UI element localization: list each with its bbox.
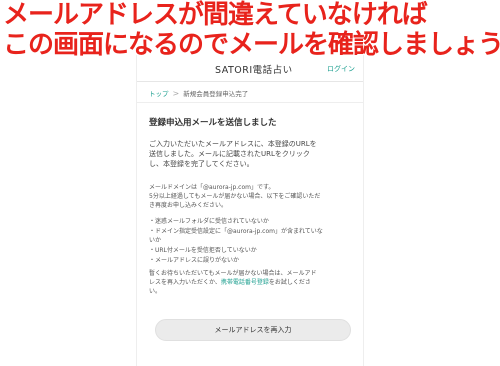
mobile-page: SATORI電話占い ログイン トップ > 新規会員登録申込完了 登録申込用メー… (136, 55, 364, 366)
checklist-item-continued: いか (149, 237, 162, 244)
checklist-item: ・URL付メールを受信拒否していないか (149, 247, 257, 254)
breadcrumb-home-link[interactable]: トップ (149, 88, 169, 98)
domain-note-line-3: き再度お申し込みください。 (149, 202, 228, 209)
breadcrumb-divider (137, 102, 363, 103)
checklist-item: ・迷惑メールフォルダに受信されていないか (149, 218, 269, 225)
reenter-email-button[interactable]: メールアドレスを再入力 (155, 319, 351, 341)
phone-registration-link[interactable]: 携帯電話番号登録 (221, 279, 269, 286)
retry-line-2: レスを再入力いただくか、携帯電話番号登録をお試しくださ (149, 278, 311, 287)
intro-line-2: 送信しました。メールに記載されたURLをクリック (149, 150, 310, 158)
page-title: 登録申込用メールを送信しました (149, 118, 277, 128)
breadcrumb-current: 新規会員登録申込完了 (183, 90, 249, 98)
retry-text-suffix: をお試しくださ (268, 279, 311, 286)
banner-line-1: メールアドレスが間違えていなければ (3, 0, 428, 30)
domain-note-line-1: メールドメインは「@aurora-jp.com」です。 (149, 184, 275, 191)
annotation-banner: メールアドレスが間違えていなければ この画面になるのでメールを確認しましょう (0, 0, 500, 62)
breadcrumb-separator-icon: > (172, 88, 180, 98)
login-link[interactable]: ログイン (327, 64, 355, 74)
checklist-item: ・メールアドレスに誤りがないか (149, 257, 240, 264)
intro-line-1: ご入力いただいたメールアドレスに、本登録のURLを (149, 140, 317, 148)
retry-line-1: 暫くお待ちいただいてもメールが届かない場合は、メールアド (149, 270, 317, 277)
retry-text-prefix: レスを再入力いただくか、 (149, 279, 221, 286)
brand-logo[interactable]: SATORI電話占い (215, 62, 293, 76)
breadcrumb: トップ > 新規会員登録申込完了 (149, 88, 249, 99)
checklist-item: ・ドメイン指定受信設定に「@aurora-jp.com」が含まれていな (149, 228, 323, 235)
retry-line-3: い。 (149, 288, 162, 295)
domain-note-line-2: 5分以上経過してもメールが届かない場合、以下をご確認いただ (149, 193, 321, 200)
intro-line-3: し、本登録を完了してください。 (149, 160, 254, 168)
site-header: SATORI電話占い ログイン (137, 55, 363, 82)
